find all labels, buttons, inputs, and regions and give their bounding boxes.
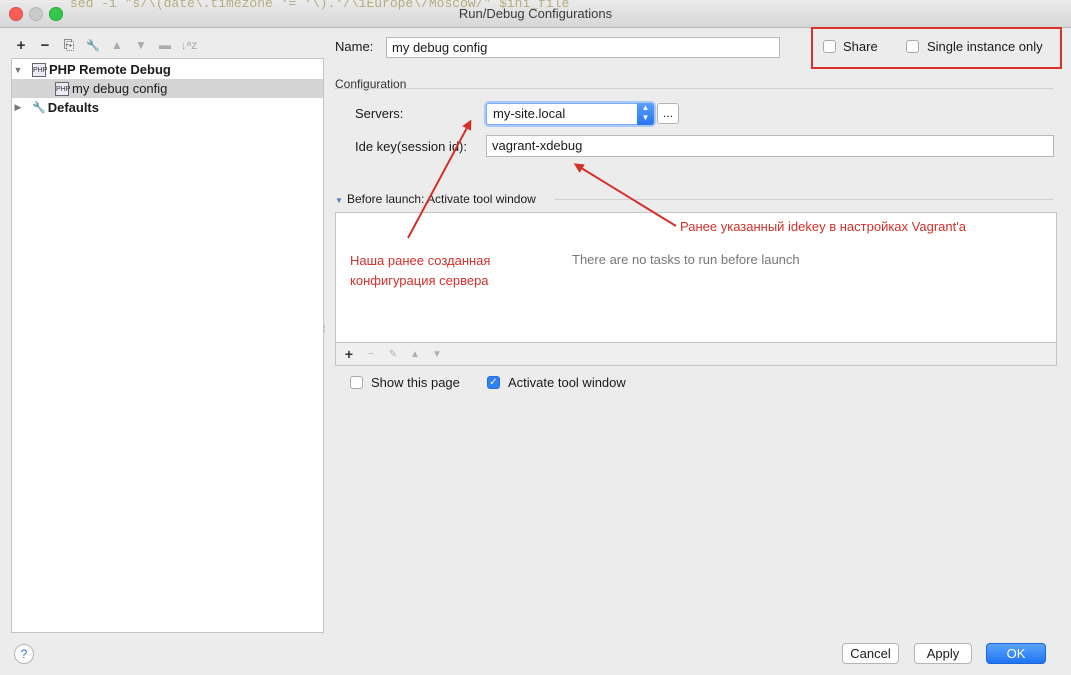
idekey-arrow [573,163,677,227]
annotation-arrows [407,119,677,239]
server-arrow [407,119,472,239]
ok-button[interactable]: OK [986,643,1046,664]
help-button[interactable]: ? [14,644,34,664]
apply-button[interactable]: Apply [914,643,972,664]
cancel-button[interactable]: Cancel [842,643,899,664]
